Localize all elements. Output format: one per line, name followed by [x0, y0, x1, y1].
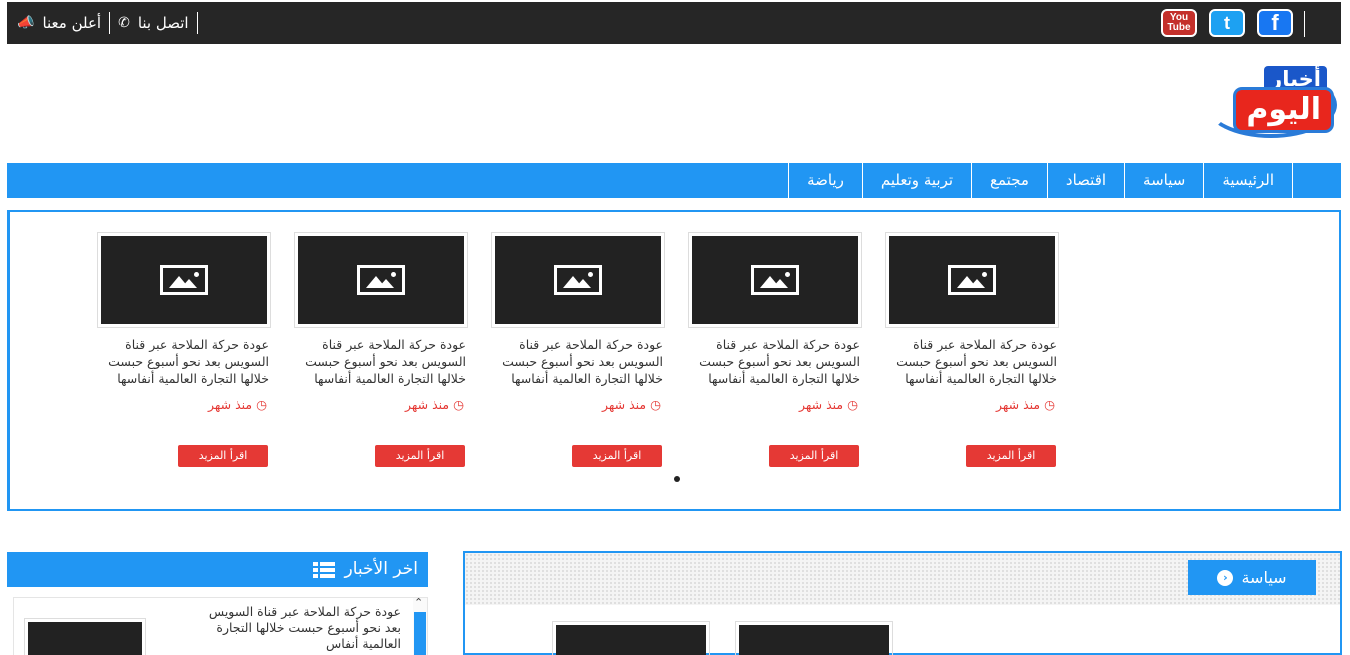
- latest-news-list: عودة حركة الملاحة عبر قناة السويس بعد نح…: [13, 596, 428, 655]
- twitter-icon[interactable]: t: [1209, 9, 1245, 37]
- card-text[interactable]: عودة حركة الملاحة عبر قناة السويس بعد نح…: [97, 336, 271, 387]
- slider-card[interactable]: عودة حركة الملاحة عبر قناة السويس بعد نح…: [491, 232, 665, 467]
- image-icon: [160, 265, 208, 295]
- slider-card[interactable]: عودة حركة الملاحة عبر قناة السويس بعد نح…: [885, 232, 1059, 467]
- social-links: You Tube t f: [1161, 9, 1305, 37]
- card-time: ◷ منذ شهر: [601, 397, 661, 412]
- logo-top-text: أخبار: [1264, 66, 1327, 92]
- phone-icon: ✆: [118, 15, 130, 31]
- divider: [1304, 11, 1305, 37]
- nav-item-education[interactable]: تربية وتعليم: [861, 163, 971, 198]
- latest-news-header: اخر الأخبار: [7, 552, 428, 587]
- card-time: ◷ منذ شهر: [798, 397, 858, 412]
- main-nav: الرئيسية سياسة اقتصاد مجتمع تربية وتعليم…: [7, 163, 1341, 198]
- politics-thumbnail[interactable]: [735, 621, 893, 655]
- card-text[interactable]: عودة حركة الملاحة عبر قناة السويس بعد نح…: [688, 336, 862, 387]
- read-more-button[interactable]: اقرأ المزيد: [375, 445, 465, 467]
- image-icon: [751, 265, 799, 295]
- read-more-button[interactable]: اقرأ المزيد: [178, 445, 268, 467]
- card-text[interactable]: عودة حركة الملاحة عبر قناة السويس بعد نح…: [885, 336, 1059, 387]
- politics-section-tag[interactable]: سياسة ‹: [1188, 560, 1316, 595]
- nav-item-home[interactable]: الرئيسية: [1203, 163, 1293, 198]
- card-thumbnail[interactable]: [294, 232, 468, 328]
- slider-card[interactable]: عودة حركة الملاحة عبر قناة السويس بعد نح…: [688, 232, 862, 467]
- youtube-icon[interactable]: You Tube: [1161, 9, 1197, 37]
- latest-news-title: اخر الأخبار: [344, 559, 418, 579]
- politics-thumbnail[interactable]: [552, 621, 710, 655]
- slider-pagination-dot[interactable]: [674, 476, 680, 482]
- card-thumbnail[interactable]: [885, 232, 1059, 328]
- nav-item-sports[interactable]: رياضة: [788, 163, 862, 198]
- top-links: 📣 أعلن معنا ✆ اتصل بنا: [17, 11, 198, 35]
- card-time: ◷ منذ شهر: [404, 397, 464, 412]
- image-icon: [554, 265, 602, 295]
- contact-label: اتصل بنا: [137, 14, 189, 32]
- latest-news-widget: اخر الأخبار عودة حركة الملاحة عبر قناة ا…: [7, 552, 428, 655]
- news-slider: عودة حركة الملاحة عبر قناة السويس بعد نح…: [7, 210, 1341, 511]
- advertise-link[interactable]: 📣 أعلن معنا: [17, 12, 111, 34]
- scrollbar-thumb[interactable]: [414, 612, 426, 655]
- latest-news-item-thumbnail[interactable]: [24, 618, 146, 655]
- card-text[interactable]: عودة حركة الملاحة عبر قناة السويس بعد نح…: [294, 336, 468, 387]
- slider-card[interactable]: عودة حركة الملاحة عبر قناة السويس بعد نح…: [97, 232, 271, 467]
- site-logo[interactable]: أخبار اليوم: [1203, 64, 1343, 140]
- chevron-up-icon[interactable]: ⌃: [414, 596, 423, 609]
- scrollbar[interactable]: ⌃: [413, 596, 427, 655]
- top-bar: 📣 أعلن معنا ✆ اتصل بنا You Tube t f: [7, 0, 1341, 44]
- card-time: ◷ منذ شهر: [207, 397, 267, 412]
- nav-item-society[interactable]: مجتمع: [971, 163, 1047, 198]
- card-time: ◷ منذ شهر: [995, 397, 1055, 412]
- image-icon: [948, 265, 996, 295]
- chevron-left-circle-icon: ‹: [1217, 569, 1234, 586]
- card-thumbnail[interactable]: [97, 232, 271, 328]
- latest-news-item-text[interactable]: عودة حركة الملاحة عبر قناة السويس بعد نح…: [201, 604, 401, 652]
- card-thumbnail[interactable]: [688, 232, 862, 328]
- contact-link[interactable]: ✆ اتصل بنا: [110, 12, 198, 34]
- logo-bottom-text: اليوم: [1236, 90, 1331, 130]
- nav-list: الرئيسية سياسة اقتصاد مجتمع تربية وتعليم…: [788, 163, 1293, 198]
- card-text[interactable]: عودة حركة الملاحة عبر قناة السويس بعد نح…: [491, 336, 665, 387]
- facebook-icon[interactable]: f: [1257, 9, 1293, 37]
- megaphone-icon: 📣: [17, 15, 35, 31]
- image-icon: [357, 265, 405, 295]
- nav-item-economy[interactable]: اقتصاد: [1046, 163, 1124, 198]
- read-more-button[interactable]: اقرأ المزيد: [769, 445, 859, 467]
- politics-section: سياسة ‹: [463, 551, 1342, 655]
- read-more-button[interactable]: اقرأ المزيد: [966, 445, 1056, 467]
- politics-title: سياسة: [1241, 568, 1287, 587]
- advertise-label: أعلن معنا: [42, 14, 102, 32]
- nav-item-politics[interactable]: سياسة: [1124, 163, 1203, 198]
- read-more-button[interactable]: اقرأ المزيد: [572, 445, 662, 467]
- list-icon: [312, 561, 335, 578]
- slider-card[interactable]: عودة حركة الملاحة عبر قناة السويس بعد نح…: [294, 232, 468, 467]
- card-thumbnail[interactable]: [491, 232, 665, 328]
